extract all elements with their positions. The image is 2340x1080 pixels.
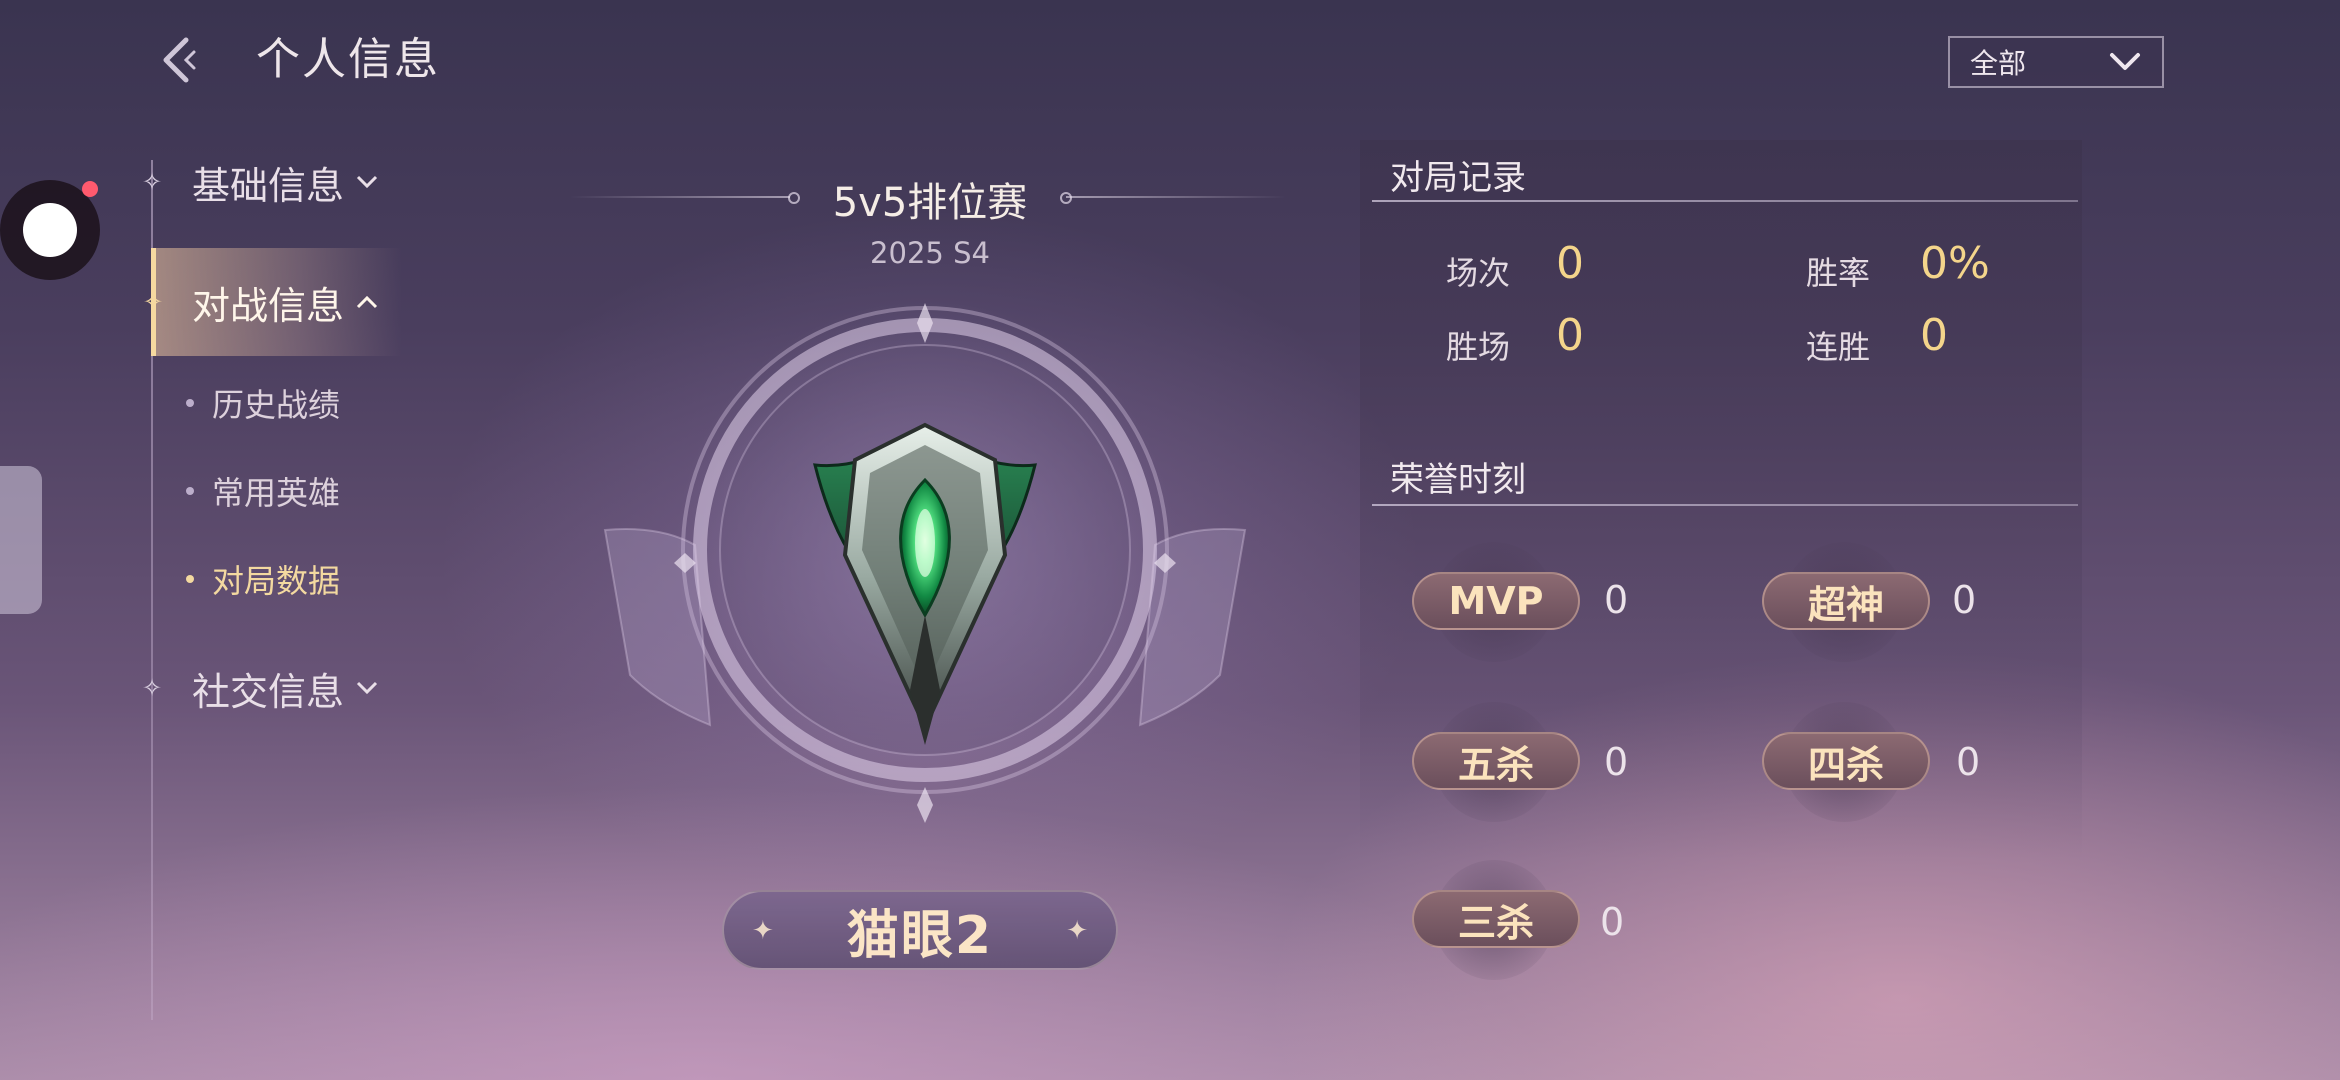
divider-dot — [1060, 192, 1072, 204]
stat-streak-label: 连胜 — [1806, 328, 1871, 366]
honor-value-mvp: 0 — [1604, 578, 1629, 622]
nav-basic-label: 基础信息 — [192, 163, 345, 208]
nav-battle-label: 对战信息 — [192, 283, 345, 328]
honor-label: 四杀 — [1807, 742, 1884, 787]
honor-badge-triple[interactable]: 三杀 — [1412, 890, 1580, 948]
honor-label: 超神 — [1807, 582, 1884, 627]
filter-selected: 全部 — [1970, 47, 2027, 80]
season-label: 2025 S4 — [870, 236, 990, 270]
nav-sub-label: 常用英雄 — [212, 474, 341, 512]
honor-badge-godlike[interactable]: 超神 — [1762, 572, 1930, 630]
nav-battle-info[interactable]: 对战信息 — [192, 272, 378, 332]
sparkle-icon: ✦ — [1066, 916, 1088, 946]
stat-streak-value: 0 — [1920, 310, 1948, 361]
back-arrow-icon — [163, 37, 196, 83]
honor-label: MVP — [1448, 579, 1544, 623]
honor-value-godlike: 0 — [1952, 578, 1977, 622]
honor-badge-quadra[interactable]: 四杀 — [1762, 732, 1930, 790]
notification-dot — [82, 181, 98, 197]
nav-sub-label: 历史战绩 — [212, 386, 341, 424]
honor-moments-title: 荣誉时刻 — [1390, 460, 1526, 500]
back-button[interactable] — [150, 30, 210, 90]
stat-winrate-value: 0% — [1920, 238, 1990, 289]
nav-social-info[interactable]: 社交信息 — [192, 658, 378, 718]
nav-sub-label: 对局数据 — [212, 562, 341, 600]
honor-value-penta: 0 — [1604, 740, 1629, 784]
nav-star-icon: ✧ — [141, 168, 163, 196]
side-panel-handle[interactable] — [0, 466, 42, 614]
rank-tier-name: 猫眼2 — [846, 905, 994, 966]
filter-dropdown[interactable]: 全部 — [1948, 36, 2164, 88]
stat-wins-value: 0 — [1556, 310, 1584, 361]
page-title: 个人信息 — [256, 34, 440, 85]
stat-wins-label: 胜场 — [1446, 328, 1511, 366]
nav-star-icon: ✧ — [141, 674, 163, 702]
nav-sub-history[interactable]: 历史战绩 — [186, 380, 340, 426]
honor-value-quadra: 0 — [1956, 740, 1981, 784]
nav-sub-heroes[interactable]: 常用英雄 — [186, 468, 340, 514]
stat-matches-label: 场次 — [1446, 254, 1511, 292]
nav-basic-info[interactable]: 基础信息 — [192, 152, 378, 212]
honor-label: 五杀 — [1457, 742, 1534, 787]
bullet-dot — [186, 399, 194, 407]
rank-name-plate: ✦ 猫眼2 ✦ — [722, 890, 1118, 970]
honor-value-triple: 0 — [1600, 900, 1625, 944]
section-divider — [1372, 200, 2078, 202]
title-divider-right — [1066, 196, 1286, 198]
stat-matches-value: 0 — [1556, 238, 1584, 289]
bullet-dot — [186, 575, 194, 583]
sparkle-icon: ✦ — [752, 916, 774, 946]
bullet-dot — [186, 487, 194, 495]
chevron-down-icon — [2110, 53, 2140, 70]
nav-sub-match-data[interactable]: 对局数据 — [186, 556, 340, 602]
chevron-down-icon — [356, 175, 378, 189]
honor-badge-penta[interactable]: 五杀 — [1412, 732, 1580, 790]
stat-winrate-label: 胜率 — [1806, 254, 1871, 292]
nav-social-label: 社交信息 — [192, 669, 345, 714]
rank-emblem — [603, 300, 1247, 823]
chevron-down-icon — [356, 681, 378, 695]
section-divider — [1372, 504, 2078, 506]
honor-badge-mvp[interactable]: MVP — [1412, 572, 1580, 630]
match-record-title: 对局记录 — [1390, 158, 1526, 198]
nav-star-icon: ✧ — [142, 288, 164, 316]
chevron-up-icon — [356, 295, 378, 309]
honor-label: 三杀 — [1457, 900, 1534, 945]
